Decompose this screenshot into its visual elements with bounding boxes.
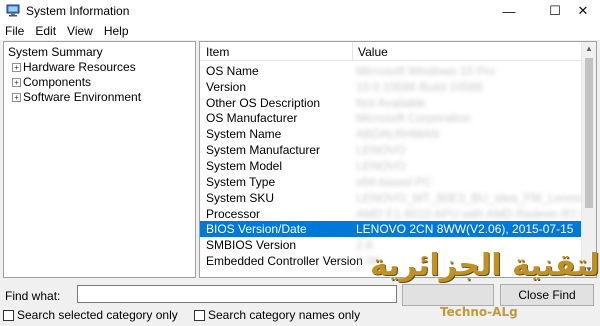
table-row[interactable]: System Type x64-based PC xyxy=(200,174,582,190)
row-item: System SKU xyxy=(206,191,275,205)
row-value: LENOVO 2CN 8WW(V2.06), 2015-07-15 xyxy=(356,222,574,236)
row-value: LENOVO_MT_80E3_BU_idea_FM_Lenovo G50-45 xyxy=(356,191,596,205)
table-row[interactable]: OS Name Microsoft Windows 10 Pro xyxy=(200,63,582,79)
tree-item-software-environment[interactable]: Software Environment xyxy=(23,90,141,104)
row-item: Embedded Controller Version xyxy=(206,254,363,268)
vertical-scrollbar[interactable]: ▲ ▼ xyxy=(581,42,596,277)
row-item: System Model xyxy=(206,159,283,173)
column-divider[interactable] xyxy=(352,42,353,60)
row-value: LENOVO xyxy=(356,143,407,157)
tree-item-hardware-resources[interactable]: Hardware Resources xyxy=(23,60,136,74)
tree-item-system-summary[interactable]: System Summary xyxy=(8,45,103,59)
table-row[interactable]: Other OS Description Not Available xyxy=(200,95,582,111)
scroll-thumb[interactable] xyxy=(585,58,593,208)
menu-file[interactable]: File xyxy=(0,22,30,40)
search-selected-category-checkbox[interactable]: Search selected category only xyxy=(3,308,178,322)
category-tree[interactable]: System Summary + Hardware Resources + Co… xyxy=(3,41,196,278)
watermark-logo-latin: Techno-ALg xyxy=(440,305,518,319)
row-item: BIOS Version/Date xyxy=(206,222,307,236)
menu-edit[interactable]: Edit xyxy=(30,22,62,40)
title-bar: System Information — ☐ ✕ xyxy=(0,0,600,22)
row-item: OS Name xyxy=(206,64,259,78)
row-item: Version xyxy=(206,80,247,94)
table-row[interactable]: System SKU LENOVO_MT_80E3_BU_idea_FM_Len… xyxy=(200,190,596,206)
menu-bar: File Edit View Help xyxy=(0,22,600,40)
tree-item-components[interactable]: Components xyxy=(23,75,91,89)
row-item: System Type xyxy=(206,175,276,189)
row-item: OS Manufacturer xyxy=(206,111,298,125)
search-category-names-label: Search category names only xyxy=(208,308,361,322)
expand-components-icon[interactable]: + xyxy=(12,78,21,87)
table-row[interactable]: System Manufacturer LENOVO xyxy=(200,142,582,158)
menu-help[interactable]: Help xyxy=(99,22,135,40)
search-category-names-checkbox[interactable]: Search category names only xyxy=(194,308,360,322)
row-value: AMD E1-6010 APU with AMD Radeon R2 Graph… xyxy=(356,207,596,221)
close-window-button[interactable]: ✕ xyxy=(560,0,600,22)
table-row[interactable]: System Name ABDALRHMAN xyxy=(200,126,582,142)
minimize-button[interactable]: — xyxy=(486,0,532,22)
expand-hardware-resources-icon[interactable]: + xyxy=(12,63,21,72)
row-item: SMBIOS Version xyxy=(206,238,297,252)
find-button[interactable] xyxy=(402,284,494,306)
details-list[interactable]: Item Value OS Name Microsoft Windows 10 … xyxy=(199,41,597,278)
row-item: Processor xyxy=(206,207,261,221)
table-row[interactable]: OS Manufacturer Microsoft Corporation xyxy=(200,110,582,126)
find-what-input[interactable] xyxy=(77,285,397,303)
window-title: System Information xyxy=(26,4,130,18)
checkbox-box[interactable] xyxy=(3,309,14,321)
row-item: System Manufacturer xyxy=(206,143,321,157)
row-item: System Name xyxy=(206,127,282,141)
watermark-logo-arabic: التقنية الجزائرية xyxy=(370,248,600,283)
system-information-window: System Information — ☐ ✕ File Edit View … xyxy=(0,0,600,326)
table-row[interactable]: Version 10.0.10586 Build 10586 xyxy=(200,79,582,95)
row-value: 10.0.10586 Build 10586 xyxy=(356,80,483,94)
expand-software-environment-icon[interactable]: + xyxy=(12,93,21,102)
search-selected-category-label: Search selected category only xyxy=(17,308,178,322)
row-value: Not Available xyxy=(356,96,426,110)
close-find-button[interactable]: Close Find xyxy=(500,284,594,306)
row-value: Microsoft Corporation xyxy=(356,111,471,125)
list-header: Item Value xyxy=(200,42,596,61)
table-row[interactable]: System Model LENOVO xyxy=(200,158,582,174)
find-what-label: Find what: xyxy=(5,289,61,303)
column-header-item[interactable]: Item xyxy=(206,45,229,59)
row-value: ABDALRHMAN xyxy=(356,127,440,141)
row-item: Other OS Description xyxy=(206,96,321,110)
table-row[interactable]: Processor AMD E1-6010 APU with AMD Radeo… xyxy=(200,206,596,222)
scroll-up-icon[interactable]: ▲ xyxy=(582,42,596,56)
system-information-app-icon xyxy=(6,4,20,17)
table-row-selected[interactable]: BIOS Version/Date LENOVO 2CN 8WW(V2.06),… xyxy=(200,221,582,237)
row-value: LENOVO xyxy=(356,159,407,173)
menu-view[interactable]: View xyxy=(62,22,99,40)
row-value: Microsoft Windows 10 Pro xyxy=(356,64,496,78)
column-header-value[interactable]: Value xyxy=(358,45,388,59)
checkbox-box[interactable] xyxy=(194,309,205,321)
row-value: x64-based PC xyxy=(356,175,433,189)
